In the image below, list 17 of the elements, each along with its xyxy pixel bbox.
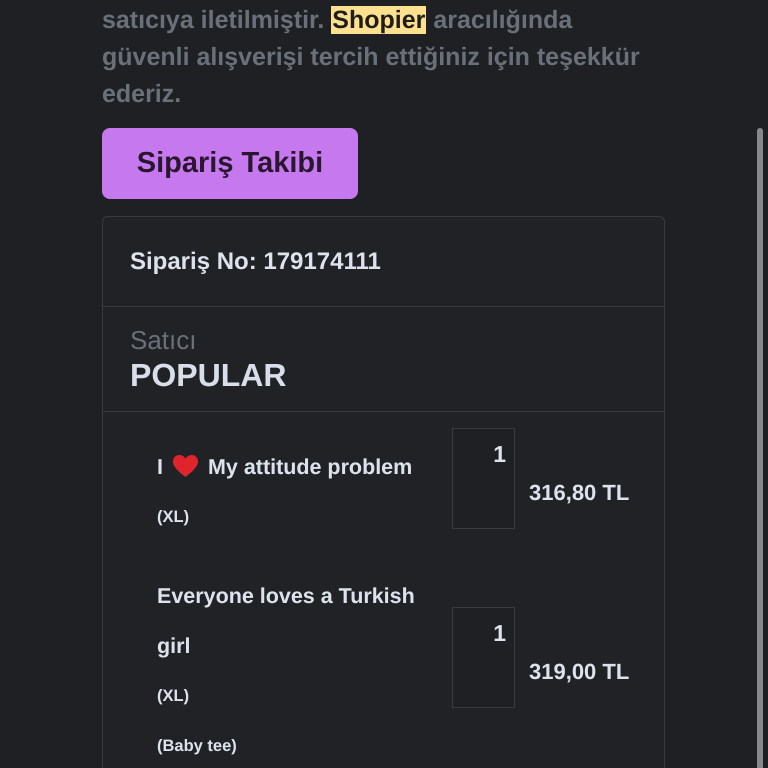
- order-number: Sipariş No: 179174111: [130, 246, 381, 276]
- item-name: Everyone loves a Turkish girl: [157, 584, 415, 658]
- scrollbar-thumb[interactable]: [757, 128, 763, 768]
- item-price: 316,80 TL: [529, 478, 630, 506]
- confirmation-message: satıcıya iletilmiştir. Shopier aracılığında güvenli alışverişi tercih ettiğiniz için teşekkür ederiz.: [102, 5, 641, 110]
- item-price: 319,00 TL: [529, 658, 630, 686]
- quantity-field: 1: [452, 428, 515, 529]
- item-name: I: [157, 455, 163, 479]
- order-tracking-button[interactable]: Sipariş Takibi: [102, 128, 358, 199]
- item-option: (XL): [157, 684, 440, 708]
- item-option: (XL): [157, 505, 440, 529]
- seller-name: POPULAR: [130, 356, 288, 395]
- quantity-field: 1: [452, 607, 515, 708]
- item-name: My attitude problem: [208, 455, 412, 479]
- item-option: (Baby tee): [157, 734, 440, 758]
- heart-icon: [172, 455, 198, 477]
- seller-label: Satıcı: [130, 325, 198, 355]
